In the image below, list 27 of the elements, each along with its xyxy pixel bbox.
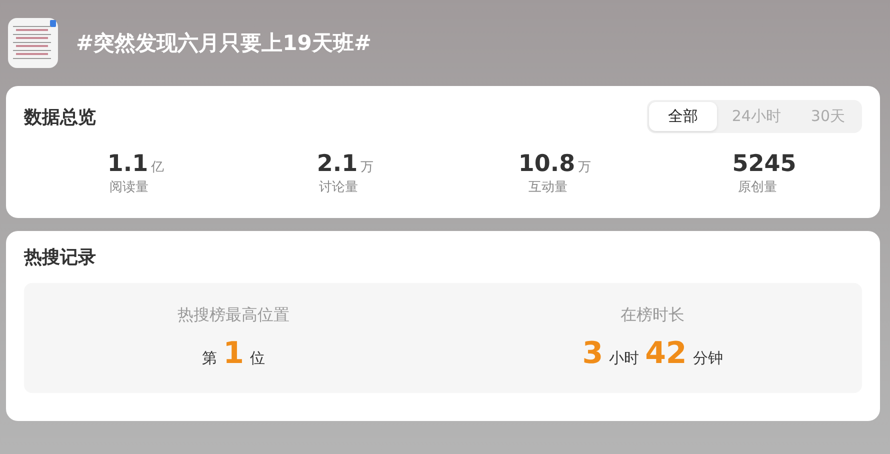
record-unit: 分钟	[692, 349, 723, 368]
record-unit: 小时	[609, 349, 640, 368]
stat-label: 讨论量	[318, 179, 358, 196]
record-number: 1	[223, 336, 244, 371]
record-label: 在榜时长	[620, 305, 684, 326]
record-number: 3	[582, 336, 604, 371]
stat-label: 原创量	[738, 179, 777, 196]
stat-unit: 万	[578, 159, 592, 176]
section-title: 数据总览	[24, 106, 96, 128]
stat-unit: 亿	[151, 159, 164, 176]
section-title: 热搜记录	[24, 246, 97, 269]
stat-unit: 万	[360, 159, 374, 176]
stat-label: 阅读量	[109, 179, 148, 196]
record-unit: 位	[250, 349, 265, 368]
time-range-tab[interactable]: 24小时	[716, 102, 796, 131]
stat-value: 5245	[732, 151, 796, 177]
stat-value: 2.1	[316, 151, 358, 177]
record-unit: 第	[202, 349, 218, 368]
calendar-icon	[8, 18, 58, 68]
time-range-tab[interactable]: 全部	[648, 102, 717, 131]
record-label: 热搜榜最高位置	[178, 305, 290, 326]
stat-value: 1.1	[107, 151, 148, 177]
record-number: 42	[645, 336, 687, 371]
time-range-tab[interactable]: 30天	[796, 102, 860, 131]
stat-value: 10.8	[518, 151, 576, 177]
stat-label: 互动量	[528, 179, 568, 196]
topic-title: #突然发现六月只要上19天班#	[76, 30, 372, 57]
